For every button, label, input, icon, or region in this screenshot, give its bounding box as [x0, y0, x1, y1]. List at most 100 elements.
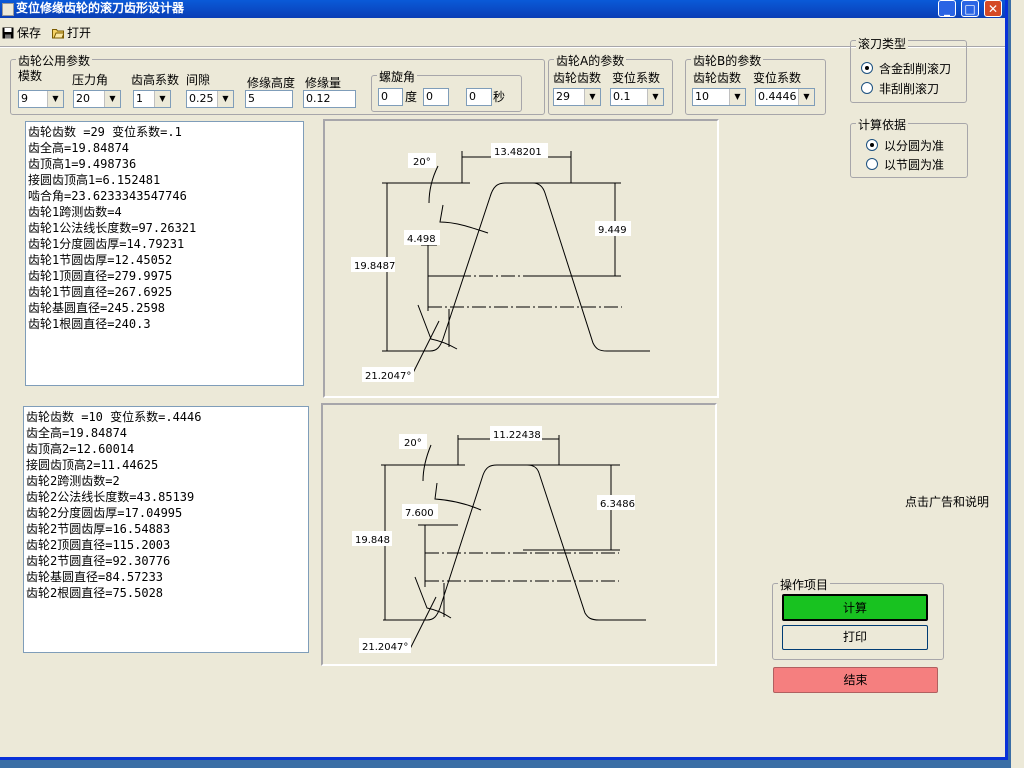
- close-button[interactable]: ✕: [984, 0, 1002, 17]
- result-line: 齿轮1公法线长度数=97.26321: [28, 221, 197, 235]
- radio-unchecked-icon: [861, 82, 873, 94]
- helix-minute-input[interactable]: 0: [423, 88, 449, 106]
- basis-option-2[interactable]: 以节圆为准: [866, 156, 944, 173]
- gear-b-teeth-value: 10: [695, 90, 709, 103]
- gear-b-teeth-select[interactable]: 10 ▼: [692, 88, 746, 106]
- tip-height-input[interactable]: 5: [245, 90, 293, 108]
- gear1-profile-drawing: 20° 13.48201 9.449 4.498 19.8487 21.2047…: [323, 119, 719, 398]
- chevron-down-icon[interactable]: ▼: [47, 91, 63, 107]
- basis-title: 计算依据: [856, 116, 909, 133]
- pressure-angle-label: 压力角: [72, 73, 109, 87]
- result-line: 齿顶高2=12.60014: [26, 442, 135, 456]
- gear-b-shift-label: 变位系数: [753, 71, 802, 85]
- clearance-select[interactable]: 0.25 ▼: [186, 90, 234, 108]
- gear-b-shift-value: 0.4446: [758, 90, 797, 103]
- result-line: 齿全高=19.84874: [26, 426, 128, 440]
- helix-second-input[interactable]: 0: [466, 88, 492, 106]
- calculate-button[interactable]: 计算: [782, 594, 928, 621]
- save-button[interactable]: 保存: [0, 22, 43, 44]
- module-select[interactable]: 9 ▼: [18, 90, 64, 108]
- gear-a-teeth-label: 齿轮齿数: [553, 71, 602, 85]
- height-mid-label: 4.498: [407, 234, 436, 245]
- height-total-label: 19.8487: [354, 261, 395, 272]
- gear2-profile-svg: 20° 11.22438 6.3486 7.600 19.848 21.2047…: [352, 426, 646, 653]
- result-line: 接圆齿顶高1=6.152481: [28, 173, 161, 187]
- hob-type-option-2-label: 非刮削滚刀: [879, 82, 940, 96]
- open-button[interactable]: 打开: [50, 22, 93, 44]
- chevron-down-icon[interactable]: ▼: [798, 89, 814, 105]
- angle-top-label: 20°: [404, 438, 422, 449]
- operations-title: 操作项目: [778, 576, 831, 593]
- result-line: 接圆齿顶高2=11.44625: [26, 458, 159, 472]
- result-line: 齿轮2公法线长度数=43.85139: [26, 490, 195, 504]
- ad-and-help-link[interactable]: 点击广告和说明: [905, 493, 989, 510]
- gear-a-teeth-value: 29: [556, 90, 570, 103]
- pressure-angle-select[interactable]: 20 ▼: [73, 90, 121, 108]
- main-window: 变位修缘齿轮的滚刀齿形设计器 _ □ ✕ 保存 打开 齿轮公用参数 模数 9 ▼ …: [0, 0, 1008, 760]
- app-icon: [2, 3, 14, 16]
- result-line: 齿轮1跨测齿数=4: [28, 205, 122, 219]
- width-label: 13.48201: [494, 147, 542, 158]
- chevron-down-icon[interactable]: ▼: [729, 89, 745, 105]
- basis-option-2-label: 以节圆为准: [884, 158, 945, 172]
- title-bar[interactable]: 变位修缘齿轮的滚刀齿形设计器 _ □ ✕: [0, 0, 1005, 18]
- second-unit: 秒: [493, 90, 506, 104]
- module-label: 模数: [18, 69, 43, 83]
- gear-a-shift-select[interactable]: 0.1 ▼: [610, 88, 664, 106]
- chevron-down-icon[interactable]: ▼: [584, 89, 600, 105]
- tip-amount-input[interactable]: 0.12: [303, 90, 356, 108]
- radio-checked-icon: [866, 139, 878, 151]
- result-line: 齿轮2跨测齿数=2: [26, 474, 120, 488]
- gear1-results-box[interactable]: 齿轮齿数 =29 变位系数=.1 齿全高=19.84874 齿顶高1=9.498…: [25, 121, 304, 386]
- result-line: 齿轮基圆直径=245.2598: [28, 301, 166, 315]
- save-label: 保存: [17, 26, 42, 40]
- hob-type-option-1[interactable]: 含金刮削滚刀: [861, 60, 951, 77]
- floppy-disk-icon: [2, 27, 14, 39]
- exit-button[interactable]: 结束: [773, 667, 938, 693]
- angle-bottom-label: 21.2047°: [362, 642, 408, 653]
- gear1-profile-svg: 20° 13.48201 9.449 4.498 19.8487 21.2047…: [351, 143, 650, 382]
- gear-a-group: 齿轮A的参数: [548, 52, 673, 115]
- height-right-label: 6.3486: [600, 499, 635, 510]
- result-line: 齿轮2根圆直径=75.5028: [26, 586, 164, 600]
- gear2-results-box[interactable]: 齿轮齿数 =10 变位系数=.4446 齿全高=19.84874 齿顶高2=12…: [23, 406, 309, 653]
- radio-checked-icon: [861, 62, 873, 74]
- module-value: 9: [21, 92, 28, 105]
- result-line: 齿轮1根圆直径=240.3: [28, 317, 151, 331]
- helix-title: 螺旋角: [377, 68, 418, 85]
- result-line: 齿轮齿数 =29 变位系数=.1: [28, 125, 182, 139]
- hob-type-title: 滚刀类型: [856, 35, 909, 52]
- pressure-angle-value: 20: [76, 92, 90, 105]
- gear-b-shift-select[interactable]: 0.4446 ▼: [755, 88, 815, 106]
- window-title: 变位修缘齿轮的滚刀齿形设计器: [16, 1, 185, 15]
- clearance-value: 0.25: [189, 92, 214, 105]
- hob-type-option-2[interactable]: 非刮削滚刀: [861, 80, 939, 97]
- width-label: 11.22438: [493, 430, 541, 441]
- maximize-button[interactable]: □: [961, 0, 979, 17]
- chevron-down-icon[interactable]: ▼: [104, 91, 120, 107]
- chevron-down-icon[interactable]: ▼: [154, 91, 170, 107]
- hob-type-option-1-label: 含金刮削滚刀: [879, 62, 952, 76]
- addendum-coef-select[interactable]: 1 ▼: [133, 90, 171, 108]
- result-line: 齿轮1分度圆齿厚=14.79231: [28, 237, 185, 251]
- degree-unit: 度: [405, 90, 418, 104]
- gear-a-title: 齿轮A的参数: [554, 52, 627, 69]
- helix-degree-input[interactable]: 0: [378, 88, 403, 106]
- clearance-label: 间隙: [186, 73, 211, 87]
- result-line: 齿轮齿数 =10 变位系数=.4446: [26, 410, 202, 424]
- gear-a-shift-label: 变位系数: [612, 71, 661, 85]
- gear2-profile-drawing: 20° 11.22438 6.3486 7.600 19.848 21.2047…: [321, 403, 717, 666]
- chevron-down-icon[interactable]: ▼: [217, 91, 233, 107]
- result-line: 齿轮2分度圆齿厚=17.04995: [26, 506, 183, 520]
- basis-option-1[interactable]: 以分圆为准: [866, 137, 944, 154]
- gear-a-shift-value: 0.1: [613, 90, 631, 103]
- basis-option-1-label: 以分圆为准: [884, 139, 945, 153]
- gear-a-teeth-select[interactable]: 29 ▼: [553, 88, 601, 106]
- minimize-button[interactable]: _: [938, 0, 956, 17]
- addendum-coef-value: 1: [136, 92, 143, 105]
- print-button[interactable]: 打印: [782, 625, 928, 650]
- result-line: 齿轮1顶圆直径=279.9975: [28, 269, 173, 283]
- chevron-down-icon[interactable]: ▼: [647, 89, 663, 105]
- height-mid-label: 7.600: [405, 508, 434, 519]
- result-line: 齿轮1节圆齿厚=12.45052: [28, 253, 173, 267]
